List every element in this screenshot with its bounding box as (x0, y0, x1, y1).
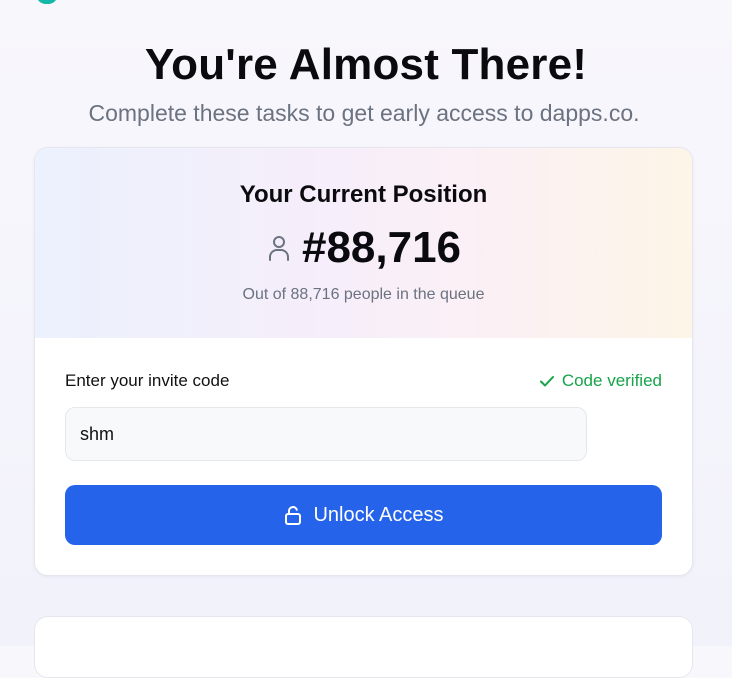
rank-row: #88,716 (35, 222, 692, 274)
code-verified-text: Code verified (561, 371, 662, 390)
position-panel: Your Current Position #88,716 Out of 88,… (35, 148, 692, 338)
page-title: You're Almost There! (144, 40, 588, 90)
queue-note: Out of 88,716 people in the queue (242, 286, 485, 303)
check-icon (538, 372, 556, 390)
invite-card: Your Current Position #88,716 Out of 88,… (34, 147, 693, 576)
unlock-access-label: Unlock Access (313, 503, 444, 526)
unlock-access-button[interactable]: Unlock Access (65, 485, 662, 545)
user-icon (266, 233, 292, 263)
invite-code-input[interactable] (65, 407, 587, 461)
page-subtitle: Complete these tasks to get early access… (88, 100, 640, 126)
logo-mark (36, 0, 58, 4)
rank-value: #88,716 (301, 223, 462, 272)
lock-icon (283, 504, 303, 526)
tasks-card (34, 616, 693, 678)
position-heading: Your Current Position (239, 181, 488, 208)
code-verified-status: Code verified (538, 370, 662, 392)
invite-code-label: Enter your invite code (65, 371, 230, 390)
